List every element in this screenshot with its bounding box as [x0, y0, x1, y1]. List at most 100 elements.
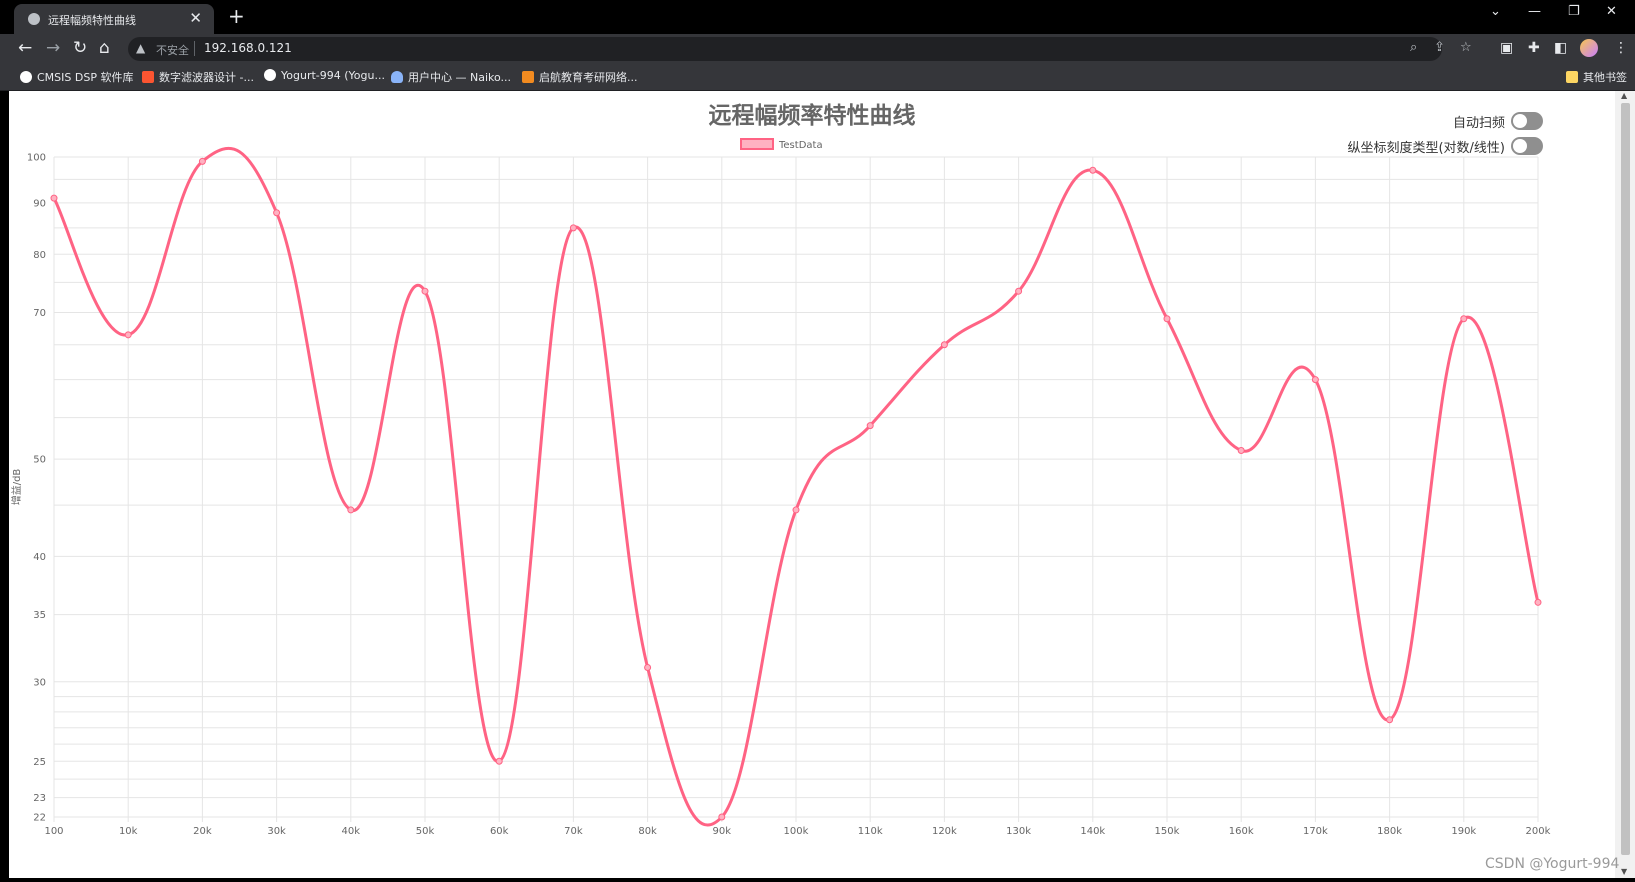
csdn-watermark: CSDN @Yogurt-994 — [1485, 856, 1620, 872]
x-tick-label: 10k — [119, 826, 138, 837]
data-point — [1311, 376, 1319, 384]
puzzle-icon[interactable]: ✚ — [1528, 40, 1540, 56]
restore-icon[interactable]: ❐ — [1568, 4, 1580, 19]
tab-search-icon[interactable]: ⌄ — [1490, 4, 1501, 19]
globe-icon — [28, 13, 40, 25]
x-tick-label: 190k — [1451, 826, 1476, 837]
bookmark-item[interactable]: 数字滤波器设计 -... — [142, 69, 254, 85]
x-tick-label: 60k — [490, 826, 509, 837]
bookmark-favicon-icon — [522, 71, 534, 83]
data-point — [1089, 166, 1097, 174]
profile-avatar[interactable] — [1580, 39, 1598, 57]
new-tab-button[interactable]: + — [228, 5, 245, 27]
bookmark-item[interactable]: 启航教育考研网络... — [522, 69, 638, 85]
page-scrollbar[interactable]: ▲ ▼ — [1615, 91, 1635, 878]
data-point — [124, 331, 132, 339]
browser-tab[interactable]: 远程幅频特性曲线 ✕ — [14, 4, 214, 34]
x-tick-label: 70k — [564, 826, 583, 837]
share-icon[interactable]: ⇪ — [1434, 40, 1445, 55]
data-point — [421, 287, 429, 295]
x-tick-label: 180k — [1377, 826, 1402, 837]
data-point — [1386, 716, 1394, 724]
scrollbar-thumb[interactable] — [1621, 103, 1630, 855]
x-tick-label: 120k — [932, 826, 957, 837]
address-divider — [194, 41, 195, 56]
cloud-icon — [391, 71, 403, 83]
y-tick-label: 22 — [33, 813, 46, 824]
scroll-up-icon[interactable]: ▲ — [1621, 91, 1627, 100]
url-text[interactable]: 192.168.0.121 — [204, 41, 292, 55]
y-tick-label: 23 — [33, 793, 46, 804]
data-point — [1163, 315, 1171, 323]
x-tick-label: 100 — [44, 826, 63, 837]
data-point — [569, 224, 577, 232]
data-point — [866, 422, 874, 430]
forward-arrow-icon[interactable]: → — [46, 37, 60, 59]
y-axis-label: 增益/dB — [10, 469, 23, 506]
y-tick-label: 80 — [33, 250, 46, 261]
bookmark-item[interactable]: CMSIS DSP 软件库 — [20, 69, 133, 85]
tab-title: 远程幅频特性曲线 — [48, 14, 136, 27]
bookmark-item[interactable]: 用户中心 — Naiko... — [391, 69, 511, 85]
legend-label: TestData — [778, 140, 823, 151]
legend-swatch — [740, 138, 774, 150]
x-tick-label: 50k — [416, 826, 435, 837]
x-tick-label: 150k — [1155, 826, 1180, 837]
data-point — [1015, 287, 1023, 295]
close-window-icon[interactable]: ✕ — [1606, 4, 1617, 19]
data-point — [940, 341, 948, 349]
tab-close-button[interactable]: ✕ — [189, 9, 202, 27]
y-tick-label: 90 — [33, 198, 46, 209]
x-tick-label: 160k — [1229, 826, 1254, 837]
extension-icon[interactable]: ▣ — [1500, 40, 1513, 56]
data-point — [50, 194, 58, 202]
data-point — [273, 209, 281, 217]
back-arrow-icon[interactable]: ← — [18, 37, 32, 59]
data-point — [347, 506, 355, 514]
bookmark-item[interactable]: Yogurt-994 (Yogu... — [264, 69, 385, 82]
minimize-icon[interactable]: — — [1528, 4, 1541, 19]
address-bar[interactable]: ▲ 不安全 192.168.0.121 ⌕ ⇪ ☆ — [128, 37, 1472, 61]
y-tick-label: 100 — [27, 153, 46, 164]
y-tick-label: 35 — [33, 610, 46, 621]
x-tick-label: 80k — [638, 826, 657, 837]
browser-window: 远程幅频特性曲线 ✕ + ⌄ — ❐ ✕ ← → ↻ ⌂ ▲ 不安全 192.1… — [0, 0, 1635, 882]
bookmark-star-icon[interactable]: ☆ — [1460, 40, 1472, 55]
y-tick-label: 30 — [33, 677, 46, 688]
data-point — [495, 757, 503, 765]
data-point — [792, 506, 800, 514]
data-point — [1237, 447, 1245, 455]
other-bookmarks[interactable]: 其他书签 — [1566, 69, 1627, 85]
browser-toolbar: ← → ↻ ⌂ ▲ 不安全 192.168.0.121 ⌕ ⇪ ☆ ▣ ✚ ◧ … — [0, 34, 1635, 64]
folder-icon — [1566, 71, 1578, 83]
x-tick-label: 170k — [1303, 826, 1328, 837]
github-icon — [264, 69, 276, 81]
warning-icon[interactable]: ▲ — [136, 41, 145, 55]
y-tick-label: 50 — [33, 455, 46, 466]
y-tick-label: 25 — [33, 757, 46, 768]
x-tick-label: 40k — [342, 826, 361, 837]
reload-icon[interactable]: ↻ — [73, 37, 87, 59]
x-tick-label: 200k — [1526, 826, 1551, 837]
frequency-response-chart[interactable]: 100 90 80 70 50 40 35 30 25 23 22 100 10k 20k 30k 40k 50… — [9, 91, 1615, 878]
bookmark-favicon-icon — [142, 71, 154, 83]
x-tick-label: 140k — [1080, 826, 1105, 837]
y-tick-label: 40 — [33, 552, 46, 563]
security-label[interactable]: 不安全 — [156, 42, 189, 58]
data-point — [1534, 598, 1542, 606]
bookmark-favicon-icon — [20, 71, 32, 83]
bookmarks-bar: CMSIS DSP 软件库 数字滤波器设计 -... Yogurt-994 (Y… — [0, 64, 1635, 91]
scroll-down-icon[interactable]: ▼ — [1621, 867, 1627, 876]
sidepanel-icon[interactable]: ◧ — [1554, 40, 1567, 56]
home-icon[interactable]: ⌂ — [99, 37, 110, 59]
data-point — [198, 157, 206, 165]
menu-kebab-icon[interactable]: ⋮ — [1614, 40, 1628, 56]
zoom-search-icon[interactable]: ⌕ — [1410, 40, 1417, 55]
data-point — [718, 813, 726, 821]
tab-strip: 远程幅频特性曲线 ✕ + ⌄ — ❐ ✕ — [0, 0, 1635, 34]
x-tick-label: 90k — [713, 826, 732, 837]
data-point — [1460, 315, 1468, 323]
y-tick-label: 70 — [33, 308, 46, 319]
page-content: 远程幅频率特性曲线 自动扫频 纵坐标刻度类型(对数/线性) 100 90 80 70 5… — [9, 91, 1615, 878]
x-tick-label: 20k — [193, 826, 212, 837]
